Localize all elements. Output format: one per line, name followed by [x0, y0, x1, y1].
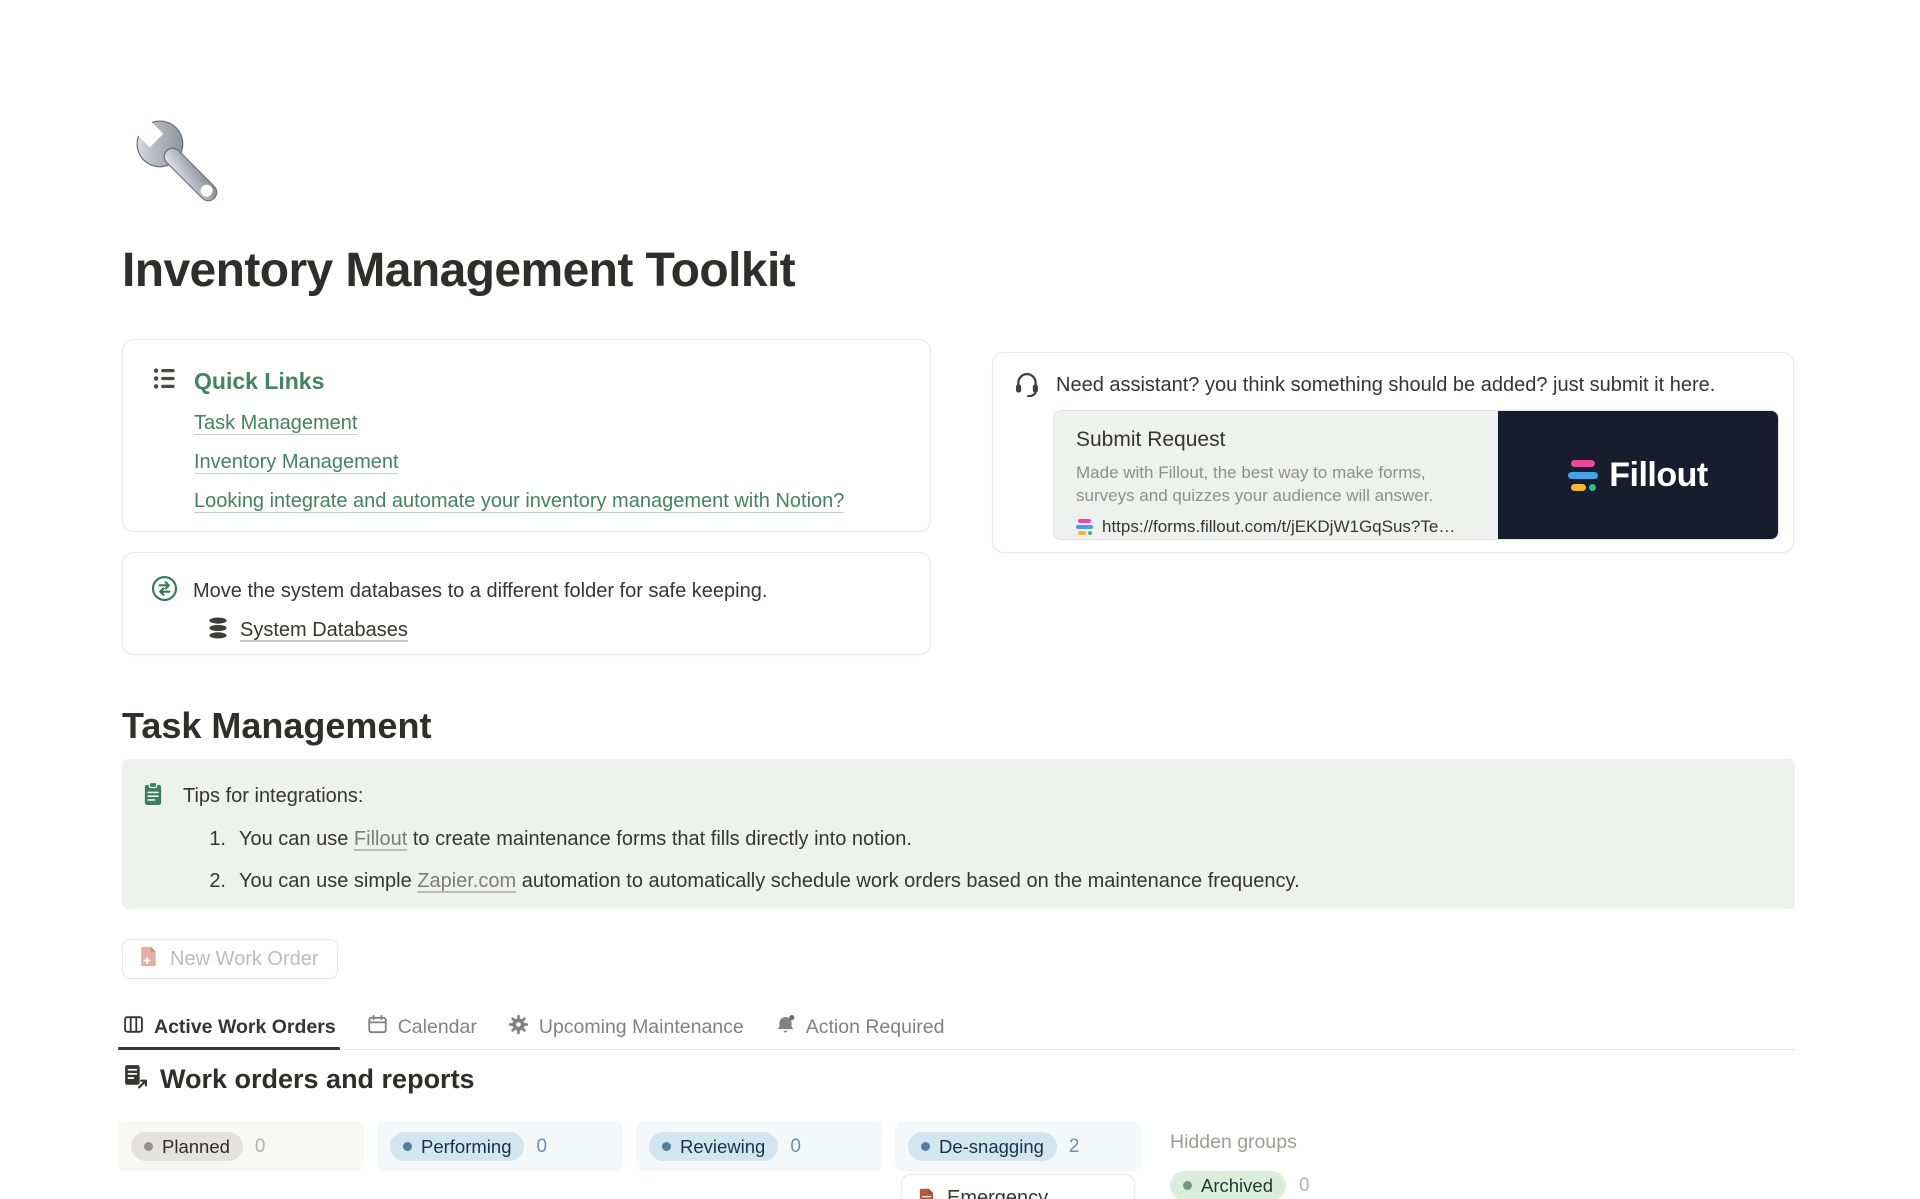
- tab-calendar[interactable]: Calendar: [366, 1006, 477, 1049]
- group-chip-planned[interactable]: Planned: [131, 1132, 243, 1161]
- tips-item-1: 1. You can use Fillout to create mainten…: [204, 825, 1771, 854]
- gear-icon: [507, 1013, 530, 1042]
- tips-title: Tips for integrations:: [183, 785, 363, 808]
- tips-item-2: 2. You can use simple Zapier.com automat…: [204, 867, 1771, 896]
- quick-links-heading: Quick Links: [194, 368, 324, 395]
- group-count: 0: [255, 1136, 266, 1158]
- status-dot: [1183, 1181, 1192, 1190]
- group-chip-performing[interactable]: Performing: [390, 1132, 524, 1161]
- calendar-icon: [366, 1013, 389, 1042]
- assist-card: Need assistant? you think something shou…: [992, 352, 1794, 553]
- linked-database-icon: [122, 1063, 149, 1095]
- group-chip-reviewing[interactable]: Reviewing: [649, 1132, 778, 1161]
- emergency-page-icon: [916, 1187, 937, 1199]
- group-count: 0: [536, 1136, 547, 1158]
- board-title-row: Work orders and reports: [122, 1063, 475, 1095]
- board-title: Work orders and reports: [160, 1064, 475, 1095]
- page-wrench-icon[interactable]: [122, 106, 242, 226]
- move-callout-card: Move the system databases to a different…: [122, 552, 931, 655]
- status-dot: [662, 1142, 671, 1151]
- assist-message: Need assistant? you think something shou…: [1056, 374, 1715, 397]
- tab-active-work-orders[interactable]: Active Work Orders: [122, 1006, 336, 1049]
- column-de-snagging: De-snagging 2: [895, 1121, 1141, 1171]
- headset-icon: [1013, 369, 1041, 402]
- status-dot: [921, 1142, 930, 1151]
- fillout-bookmark[interactable]: Submit Request Made with Fillout, the be…: [1053, 410, 1779, 540]
- kanban-board: Planned 0 Performing 0 Reviewing 0 De-sn…: [118, 1121, 1141, 1171]
- group-count: 2: [1069, 1136, 1080, 1158]
- move-callout-text: Move the system databases to a different…: [193, 580, 767, 603]
- zapier-link[interactable]: Zapier.com: [417, 870, 516, 892]
- board-icon: [122, 1013, 145, 1042]
- board-card-emergency[interactable]: Emergency: [901, 1174, 1135, 1199]
- tab-upcoming-maintenance[interactable]: Upcoming Maintenance: [507, 1006, 744, 1049]
- bookmark-info: Submit Request Made with Fillout, the be…: [1054, 411, 1498, 539]
- fillout-logo-icon: [1568, 460, 1598, 491]
- quick-links-card: Quick Links Task Management Inventory Ma…: [122, 339, 931, 532]
- fillout-link[interactable]: Fillout: [354, 828, 407, 850]
- status-dot: [144, 1142, 153, 1151]
- group-count: 0: [1299, 1175, 1310, 1197]
- hidden-groups-section: Hidden groups Archived 0: [1170, 1131, 1310, 1199]
- bookmark-description: Made with Fillout, the best way to make …: [1076, 461, 1476, 508]
- bookmark-url: https://forms.fillout.com/t/jEKDjW1GqSus…: [1102, 517, 1462, 537]
- tab-action-required[interactable]: Action Required: [774, 1006, 945, 1049]
- link-task-management[interactable]: Task Management: [194, 412, 902, 435]
- task-management-heading: Task Management: [122, 705, 431, 747]
- column-planned: Planned 0: [118, 1121, 364, 1171]
- notion-page: Inventory Management Toolkit Quick Links…: [0, 0, 1920, 1199]
- bookmark-title: Submit Request: [1076, 428, 1476, 452]
- new-work-order-button[interactable]: New Work Order: [122, 939, 338, 979]
- tips-item-number: 1.: [204, 825, 226, 854]
- fillout-brand-panel: Fillout: [1498, 411, 1778, 539]
- new-work-order-label: New Work Order: [170, 948, 319, 971]
- tips-callout: Tips for integrations: 1. You can use Fi…: [122, 759, 1795, 909]
- bell-dot-icon: [774, 1013, 797, 1042]
- tips-item-text: You can use Fillout to create maintenanc…: [239, 825, 912, 854]
- database-icon: [206, 616, 230, 645]
- column-performing: Performing 0: [377, 1121, 623, 1171]
- group-chip-de-snagging[interactable]: De-snagging: [908, 1132, 1057, 1161]
- fillout-favicon-icon: [1076, 518, 1093, 536]
- fillout-brand-name: Fillout: [1609, 456, 1707, 495]
- tips-item-number: 2.: [204, 867, 226, 896]
- hidden-groups-title: Hidden groups: [1170, 1131, 1310, 1154]
- column-reviewing: Reviewing 0: [636, 1121, 882, 1171]
- group-chip-archived[interactable]: Archived: [1170, 1171, 1286, 1199]
- list-icon: [151, 365, 178, 397]
- link-integrate-automate[interactable]: Looking integrate and automate your inve…: [194, 490, 902, 513]
- page-plus-icon: [137, 945, 160, 974]
- tips-item-text: You can use simple Zapier.com automation…: [239, 867, 1300, 896]
- status-dot: [403, 1142, 412, 1151]
- group-count: 0: [790, 1136, 801, 1158]
- link-inventory-management[interactable]: Inventory Management: [194, 451, 902, 474]
- clipboard-icon: [140, 781, 166, 812]
- card-title: Emergency: [947, 1187, 1048, 1199]
- page-title: Inventory Management Toolkit: [122, 243, 795, 298]
- swap-arrows-icon: [151, 575, 178, 607]
- view-tabs: Active Work Orders Calendar: [122, 1006, 1795, 1050]
- system-databases-link[interactable]: System Databases: [240, 619, 408, 642]
